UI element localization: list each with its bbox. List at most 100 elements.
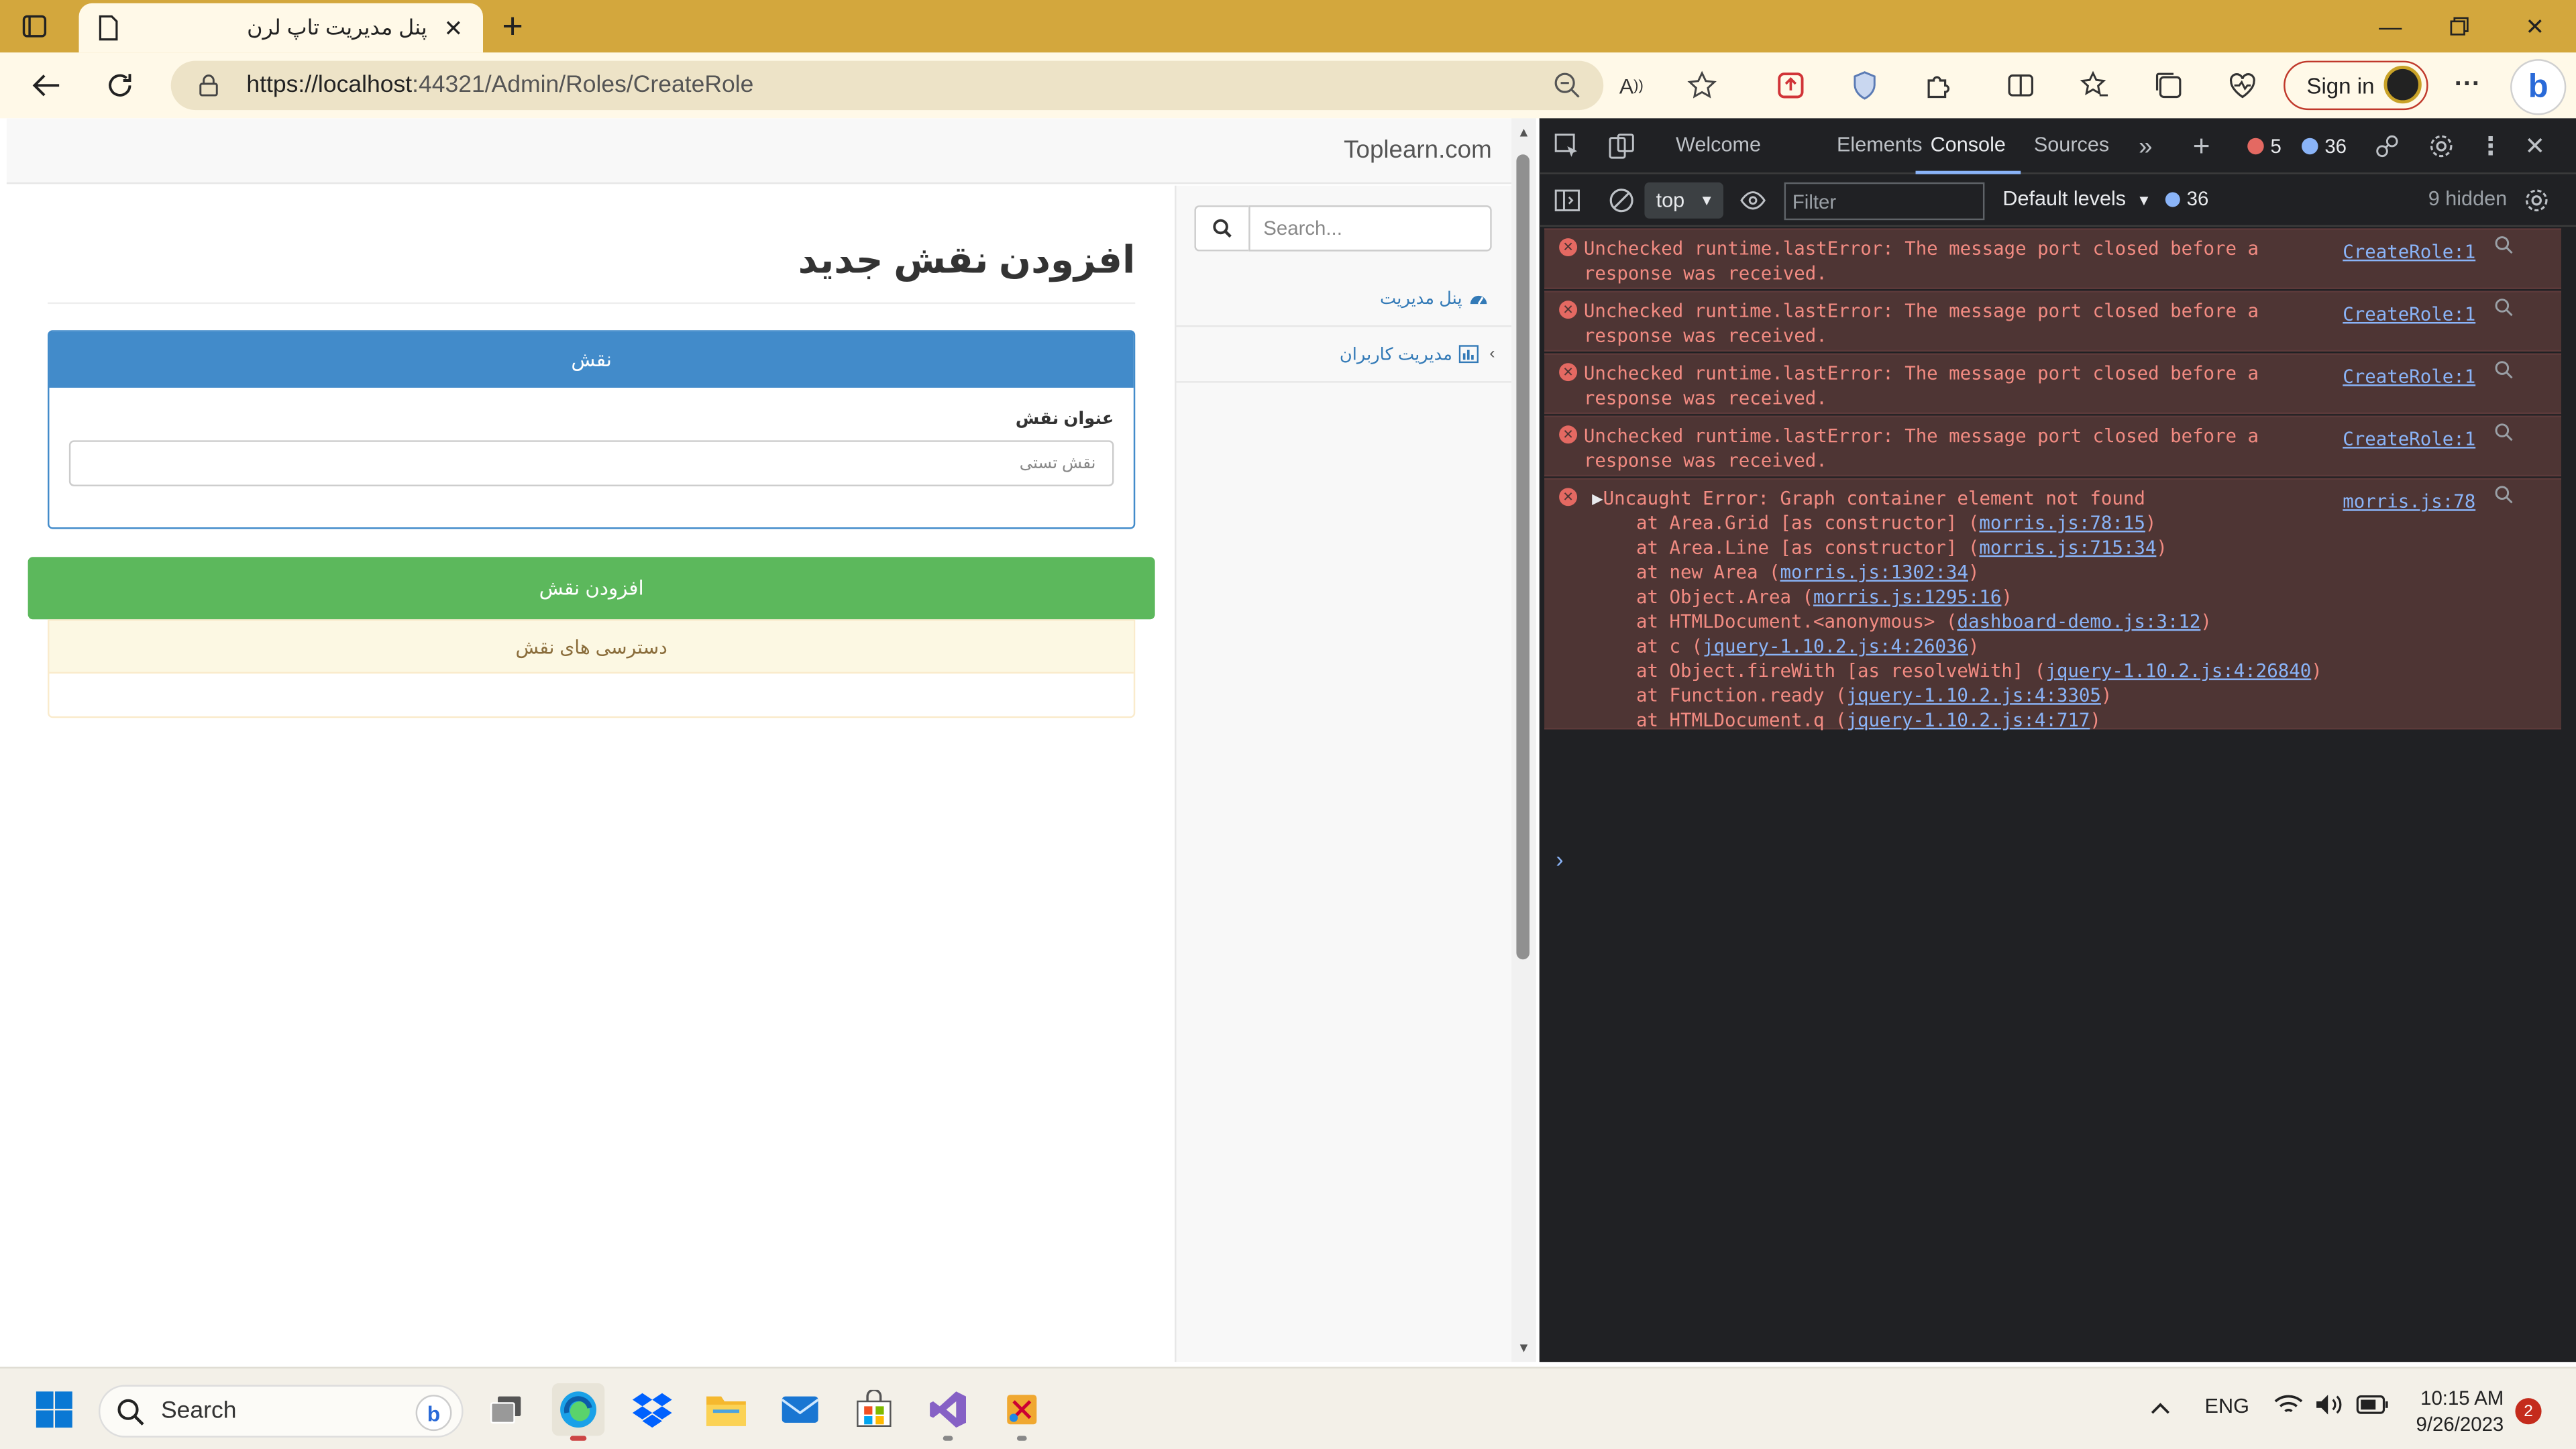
close-tab-icon[interactable]: ✕ [440,14,466,41]
stack-frame-link[interactable]: jquery-1.10.2.js:4:717 [1846,710,2090,731]
restore-button[interactable] [2422,0,2498,52]
close-window-button[interactable]: ✕ [2497,0,2573,52]
new-tab-button[interactable]: + [493,7,533,46]
scroll-up-icon[interactable]: ▲ [1515,125,1533,140]
extensions-puzzle-icon[interactable] [1919,66,1958,105]
console-error[interactable]: ✕ Unchecked runtime.lastError: The messa… [1544,353,2561,415]
source-link[interactable]: CreateRole:1 [2343,427,2475,452]
address-bar[interactable]: https://localhost:44321/Admin/Roles/Crea… [170,60,1604,111]
stack-frame-link[interactable]: jquery-1.10.2.js:4:26840 [2045,660,2311,682]
visual-studio-icon[interactable] [922,1383,974,1441]
search-icon[interactable] [2494,360,2517,382]
scrollbar-thumb[interactable] [1516,154,1530,960]
dropbox-icon[interactable] [626,1383,678,1436]
console-settings-icon[interactable] [2522,186,2551,215]
connection-icon[interactable] [2372,131,2402,161]
read-aloud-icon[interactable]: A)) [1611,66,1651,105]
source-link[interactable]: CreateRole:1 [2343,303,2475,327]
back-icon[interactable] [26,66,66,105]
search-icon[interactable] [2494,422,2517,445]
info-count-badge[interactable]: 36 [2302,135,2347,158]
tab-actions-icon[interactable] [16,10,52,43]
add-tab-icon[interactable]: + [2187,129,2216,162]
collections-icon[interactable] [2149,66,2188,105]
lock-icon[interactable] [197,74,220,97]
sign-in-button[interactable]: Sign in [2284,60,2428,111]
hidden-count[interactable]: 9 hidden [2428,187,2507,210]
message-count[interactable]: 36 [2165,187,2208,210]
split-screen-icon[interactable] [2001,66,2041,105]
console-prompt-icon[interactable]: › [1556,846,1563,872]
tab-sources[interactable]: Sources [2034,133,2109,156]
wifi-icon[interactable] [2273,1393,2303,1421]
scroll-down-icon[interactable]: ▼ [1515,1340,1533,1355]
favorite-star-icon[interactable] [1682,66,1722,105]
stack-frame-link[interactable]: morris.js:715:34 [1979,537,2156,559]
stack-frame-link[interactable]: jquery-1.10.2.js:4:3305 [1846,685,2100,706]
close-devtools-icon[interactable]: ✕ [2520,131,2550,161]
language-indicator[interactable]: ENG [2205,1395,2249,1417]
favorites-icon[interactable] [2075,66,2114,105]
file-explorer-icon[interactable] [700,1383,752,1436]
inspect-element-icon[interactable] [1552,131,1582,161]
volume-icon[interactable] [2315,1393,2345,1421]
stack-frame-link[interactable]: jquery-1.10.2.js:4:26036 [1703,636,1968,657]
edge-browser-icon[interactable] [551,1383,605,1441]
page-scrollbar[interactable]: ▲ ▼ [1511,118,1536,1362]
search-input[interactable] [1248,205,1492,252]
shield-extension-icon[interactable] [1845,66,1884,105]
stack-frame-link[interactable]: morris.js:78:15 [1979,513,2145,534]
add-role-button[interactable]: افزودن نقش [28,557,1155,620]
live-expression-eye-icon[interactable] [1738,186,1768,215]
task-view-icon[interactable] [480,1383,532,1436]
source-link[interactable]: morris.js:78 [2343,490,2475,515]
device-toolbar-icon[interactable] [1607,131,1636,161]
sidebar-item-dashboard[interactable]: پنل مدیریت [1175,271,1512,327]
browser-tab[interactable]: پنل مدیریت تاپ لرن ✕ [78,3,484,53]
tab-elements[interactable]: Elements [1837,133,1923,156]
error-count-badge[interactable]: 5 [2247,135,2282,158]
sidebar-item-users[interactable]: ‹ مدیریت کاربران [1175,327,1512,383]
tab-console[interactable]: Console [1915,133,2021,174]
microsoft-store-icon[interactable] [848,1383,900,1436]
extension-red-icon[interactable] [1771,66,1811,105]
stack-frame-link[interactable]: morris.js:1302:34 [1780,562,1968,584]
expand-triangle-icon[interactable]: ▶ [1592,488,1603,509]
console-error[interactable]: ✕ Unchecked runtime.lastError: The messa… [1544,228,2561,290]
context-select[interactable]: top ▼ [1644,182,1724,219]
zoom-out-icon[interactable] [1548,66,1587,105]
taskbar-search[interactable]: Search b [98,1385,464,1438]
search-icon[interactable] [2494,484,2517,507]
console-uncaught-error[interactable]: ✕ ▶Uncaught Error: Graph container eleme… [1544,478,2561,731]
log-levels-dropdown[interactable]: Default levels ▼ [2002,187,2151,210]
console-error[interactable]: ✕ Unchecked runtime.lastError: The messa… [1544,290,2561,352]
sidebar-toggle-icon[interactable] [1552,186,1582,215]
minimize-button[interactable]: — [2353,0,2428,52]
source-link[interactable]: CreateRole:1 [2343,365,2475,390]
refresh-icon[interactable] [100,66,140,105]
windows-start-icon[interactable] [28,1383,80,1436]
devtools-menu-icon[interactable]: ⋮ [2476,131,2506,161]
stack-frame-link[interactable]: morris.js:1295:16 [1813,586,2001,608]
filter-input[interactable]: Filter [1784,182,1985,221]
stack-frame-link[interactable]: dashboard-demo.js:3:12 [1957,611,2200,633]
clock[interactable]: 10:15 AM 9/26/2023 [2402,1385,2504,1438]
search-icon[interactable] [2494,297,2517,320]
source-link[interactable]: CreateRole:1 [2343,240,2475,265]
more-tabs-icon[interactable]: » [2131,131,2160,161]
search-icon[interactable] [2494,235,2517,258]
tab-welcome[interactable]: Welcome [1676,133,1761,156]
notification-badge[interactable]: 2 [2515,1398,2542,1425]
console-error[interactable]: ✕ Unchecked runtime.lastError: The messa… [1544,415,2561,477]
role-title-input[interactable]: نقش تستی [68,440,1114,486]
bing-copilot-icon[interactable]: b [2510,59,2567,115]
clear-console-icon[interactable] [1607,186,1636,215]
browser-essentials-icon[interactable] [2222,66,2262,105]
battery-icon[interactable] [2356,1395,2389,1419]
mail-icon[interactable] [773,1383,826,1436]
chevron-up-icon[interactable] [2149,1395,2171,1421]
snipping-tool-icon[interactable] [996,1383,1048,1441]
more-menu-icon[interactable]: ··· [2448,66,2487,105]
site-brand[interactable]: Toplearn.com [1344,136,1492,164]
settings-gear-icon[interactable] [2426,131,2456,161]
